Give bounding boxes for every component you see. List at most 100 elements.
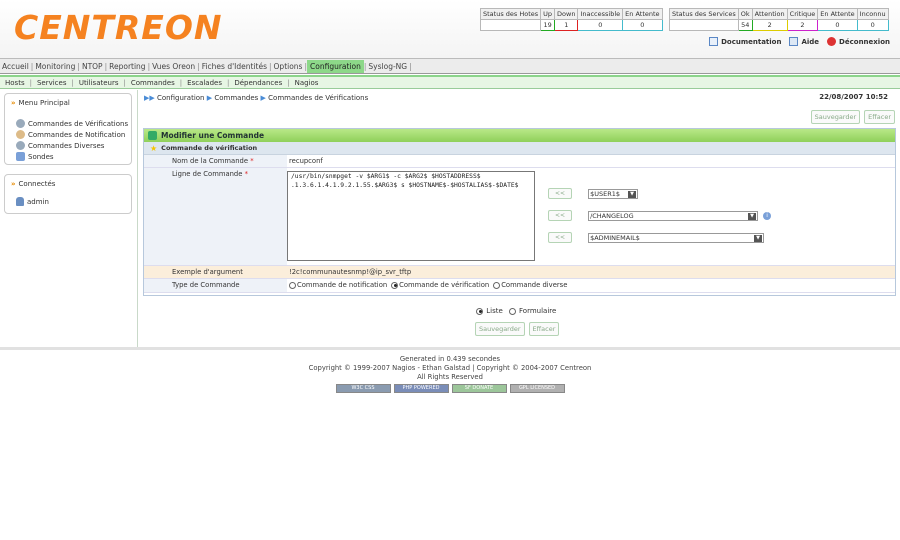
sidebar-item-probes[interactable]: Sondes: [5, 151, 131, 162]
services-pending-header[interactable]: En Attente: [817, 8, 858, 20]
clear-button-bottom[interactable]: Effacer: [528, 322, 560, 336]
example-label: Exemple d'argument: [144, 266, 287, 278]
macro-row-1: << $USER1$ ▼: [548, 188, 639, 199]
sidebar-item-label: Commandes de Notification: [28, 130, 126, 139]
documentation-link[interactable]: Documentation: [709, 37, 781, 46]
macro-select-1[interactable]: $USER1$ ▼: [588, 188, 639, 199]
save-button-top[interactable]: Sauvegarder: [810, 110, 861, 124]
submenu-commandes[interactable]: Commandes: [126, 79, 180, 87]
menu-configuration[interactable]: Configuration: [307, 59, 364, 73]
macro-select-2[interactable]: /CHANGELOG ▼: [588, 210, 759, 221]
logout-link[interactable]: Déconnexion: [827, 37, 890, 46]
chevron-down-icon: ▼: [628, 190, 637, 198]
hosts-unreachable-header[interactable]: Inaccessible: [577, 8, 624, 20]
services-warning-header[interactable]: Attention: [751, 8, 788, 20]
services-critical-count[interactable]: 2: [786, 19, 819, 31]
datetime: 22/08/2007 10:52: [819, 93, 888, 101]
name-field[interactable]: recupconf: [287, 155, 895, 167]
connected-box: » Connectés admin: [4, 174, 132, 214]
gear-icon: [16, 141, 25, 150]
menu-accueil[interactable]: Accueil: [0, 62, 31, 71]
sidebar-item-verification-commands[interactable]: Commandes de Vérifications: [5, 118, 131, 129]
breadcrumb-commandes[interactable]: Commandes: [214, 94, 258, 102]
menu-monitoring[interactable]: Monitoring: [33, 62, 77, 71]
sidebar-item-notification-commands[interactable]: Commandes de Notification: [5, 129, 131, 140]
submenu-utilisateurs[interactable]: Utilisateurs: [74, 79, 124, 87]
header: CENTREON Status des Hotes Up Down Inacce…: [0, 0, 900, 58]
type-misc-label: Commande diverse: [501, 281, 568, 289]
view-list-radio[interactable]: Liste: [476, 307, 503, 315]
type-misc-radio[interactable]: Commande diverse: [493, 281, 567, 292]
arrow-icon: »: [11, 180, 16, 188]
info-icon[interactable]: i: [763, 211, 772, 220]
menu-ntop[interactable]: NTOP: [80, 62, 105, 71]
section-title-text: Commande de vérification: [161, 144, 258, 152]
type-verification-radio[interactable]: Commande de vérification: [391, 281, 489, 292]
hosts-down-header[interactable]: Down: [554, 8, 579, 20]
services-status-header[interactable]: Status des Services: [669, 8, 739, 20]
menu-syslog-ng[interactable]: Syslog-NG: [366, 62, 409, 71]
type-options: Commande de notification Commande de vér…: [287, 279, 895, 292]
services-ok-header[interactable]: Ok: [737, 8, 753, 20]
menu-reporting[interactable]: Reporting: [107, 62, 147, 71]
menu-fiches-identites[interactable]: Fiches d'Identités: [200, 62, 269, 71]
probe-icon: [16, 152, 25, 161]
submenu-escalades[interactable]: Escalades: [182, 79, 227, 87]
radio-icon: [289, 281, 296, 289]
services-pending-count[interactable]: 0: [817, 19, 858, 31]
submenu-hosts[interactable]: Hosts: [0, 79, 30, 87]
macro-select-1-value: $USER1$: [590, 189, 620, 198]
hosts-up-header[interactable]: Up: [540, 8, 556, 20]
macro-select-2-value: /CHANGELOG: [590, 211, 634, 220]
gpl-licensed-badge[interactable]: GPL LICENSED: [509, 384, 565, 393]
hosts-status-header[interactable]: Status des Hotes: [479, 8, 542, 20]
menu-options[interactable]: Options: [272, 62, 305, 71]
hosts-down-count[interactable]: 1: [554, 19, 579, 31]
name-label: Nom de la Commande *: [144, 155, 287, 167]
hosts-pending-header[interactable]: En Attente: [622, 8, 663, 20]
example-field[interactable]: !2c!communautesnmp!@ip_svr_tftp: [287, 266, 895, 278]
hosts-up-count[interactable]: 19: [540, 19, 556, 31]
connected-user[interactable]: admin: [5, 196, 131, 207]
add-macro-button[interactable]: <<: [548, 210, 573, 221]
breadcrumb-configuration[interactable]: Configuration: [157, 94, 204, 102]
tools-icon: [148, 131, 157, 140]
add-macro-button[interactable]: <<: [548, 232, 573, 243]
centreon-logo[interactable]: CENTREON: [14, 8, 223, 47]
macro-select-3[interactable]: $ADMINEMAIL$ ▼: [588, 232, 765, 243]
submenu-services[interactable]: Services: [32, 79, 72, 87]
type-label: Type de Commande: [144, 279, 287, 292]
services-ok-count[interactable]: 54: [737, 19, 753, 31]
save-button-bottom[interactable]: Sauvegarder: [475, 322, 525, 336]
breadcrumb-arrow-icon: ▶: [206, 94, 213, 102]
connected-title: » Connectés: [5, 175, 131, 193]
add-macro-button[interactable]: <<: [548, 188, 573, 199]
name-row: Nom de la Commande * recupconf: [144, 155, 895, 168]
services-warning-count[interactable]: 2: [751, 19, 788, 31]
sidebar-item-misc-commands[interactable]: Commandes Diverses: [5, 140, 131, 151]
menu-vues-oreon[interactable]: Vues Oreon: [150, 62, 197, 71]
command-form: Modifier une Commande ★ Commande de vérif…: [143, 128, 896, 296]
services-unknown-header[interactable]: Inconnu: [856, 8, 889, 20]
services-unknown-count[interactable]: 0: [856, 19, 889, 31]
hosts-pending-count[interactable]: 0: [622, 19, 663, 31]
cmdline-textarea[interactable]: /usr/bin/snmpget -v $ARG1$ -c $ARG2$ $HO…: [287, 171, 535, 261]
submenu-dependances[interactable]: Dépendances: [229, 79, 287, 87]
sidebar-item-label: Sondes: [28, 152, 54, 161]
sf-donate-badge[interactable]: SF DONATE: [451, 384, 507, 393]
php-powered-badge[interactable]: PHP POWERED: [393, 384, 449, 393]
sub-menu: Hosts | Services | Utilisateurs | Commandes…: [0, 77, 900, 89]
services-critical-header[interactable]: Critique: [786, 8, 819, 20]
logo-text: CENTREON: [14, 8, 223, 47]
w3c-css-badge[interactable]: W3C CSS: [335, 384, 391, 393]
macro-select-3-value: $ADMINEMAIL$: [590, 233, 640, 242]
view-form-radio[interactable]: Formulaire: [508, 307, 556, 315]
submenu-nagios[interactable]: Nagios: [290, 79, 324, 87]
help-link[interactable]: Aide: [789, 37, 819, 46]
power-icon: [827, 37, 837, 46]
breadcrumb-arrow-icon: ▶: [260, 94, 266, 102]
breadcrumb-verification[interactable]: Commandes de Vérifications: [268, 94, 368, 102]
hosts-unreachable-count[interactable]: 0: [577, 19, 624, 31]
clear-button-top[interactable]: Effacer: [864, 110, 895, 124]
type-notification-radio[interactable]: Commande de notification: [289, 281, 387, 292]
